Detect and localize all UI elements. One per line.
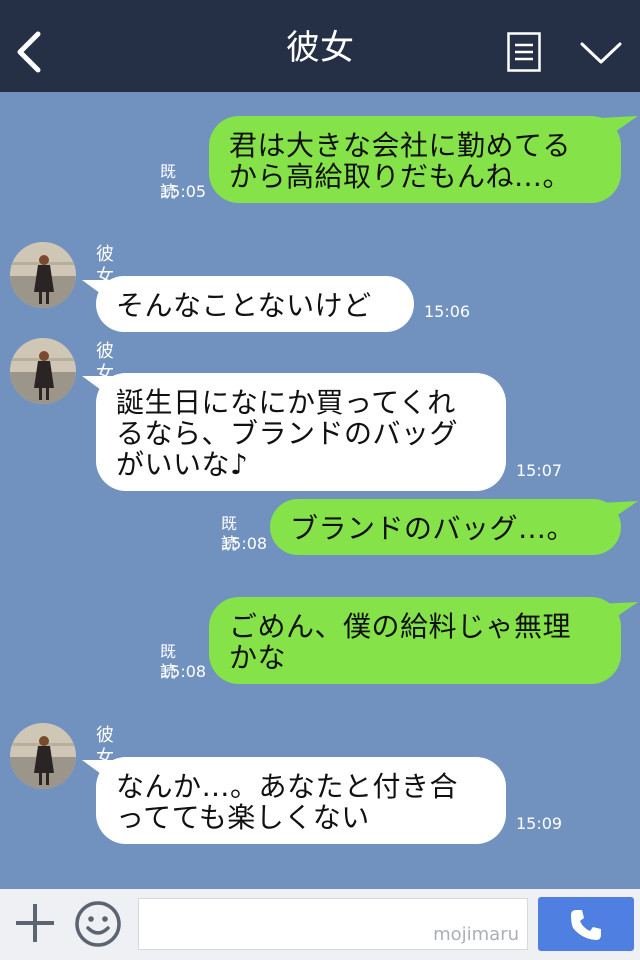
- avatar[interactable]: [10, 338, 76, 404]
- message-bubble[interactable]: ブランドのバッグ…。: [270, 499, 621, 555]
- message-time: 15:08: [160, 662, 207, 681]
- message-line: ブランドのバッグ…。: [290, 512, 576, 545]
- chevron-down-icon[interactable]: [580, 40, 622, 68]
- message-line: 君は大きな会社に勤めてる: [229, 129, 572, 162]
- avatar[interactable]: [10, 242, 76, 308]
- message-time: 15:06: [424, 302, 471, 321]
- message-bubble[interactable]: そんなことないけど: [96, 276, 414, 332]
- message-time: 15:08: [221, 534, 268, 553]
- watermark: mojimaru: [433, 924, 519, 945]
- smile-icon[interactable]: [74, 900, 122, 948]
- message-time: 15:05: [160, 182, 207, 201]
- message-line: そんなことないけど: [116, 289, 372, 322]
- chat-header: 彼女: [0, 0, 640, 92]
- message-input[interactable]: mojimaru: [138, 898, 528, 950]
- plus-icon[interactable]: [14, 902, 56, 944]
- message-time: 15:07: [516, 461, 563, 480]
- chat-area: 君は大きな会社に勤めてる から高給取りだもんね…。 既読 15:05 彼女 そん…: [0, 92, 640, 889]
- message-line: から高給取りだもんね…。: [229, 160, 572, 193]
- avatar[interactable]: [10, 723, 76, 789]
- message-line: ってても楽しくない: [116, 801, 370, 834]
- message-line: かな: [229, 641, 287, 674]
- chat-title: 彼女: [286, 28, 354, 68]
- message-bubble[interactable]: 君は大きな会社に勤めてる から高給取りだもんね…。: [209, 116, 621, 203]
- phone-icon: [571, 910, 601, 940]
- call-button[interactable]: [538, 897, 634, 951]
- message-line: るなら、ブランドのバッグ: [116, 417, 459, 450]
- message-line: 誕生日になにか買ってくれ: [116, 386, 456, 419]
- message-bubble[interactable]: ごめん、僕の給料じゃ無理 かな: [209, 597, 621, 684]
- message-line: がいいな♪: [116, 448, 249, 481]
- message-line: ごめん、僕の給料じゃ無理: [229, 610, 572, 643]
- menu-icon[interactable]: [507, 32, 541, 72]
- message-bubble[interactable]: 誕生日になにか買ってくれ るなら、ブランドのバッグ がいいな♪: [96, 373, 506, 491]
- message-time: 15:09: [516, 814, 563, 833]
- message-bubble[interactable]: なんか…。あなたと付き合 ってても楽しくない: [96, 757, 506, 844]
- message-line: なんか…。あなたと付き合: [116, 770, 459, 803]
